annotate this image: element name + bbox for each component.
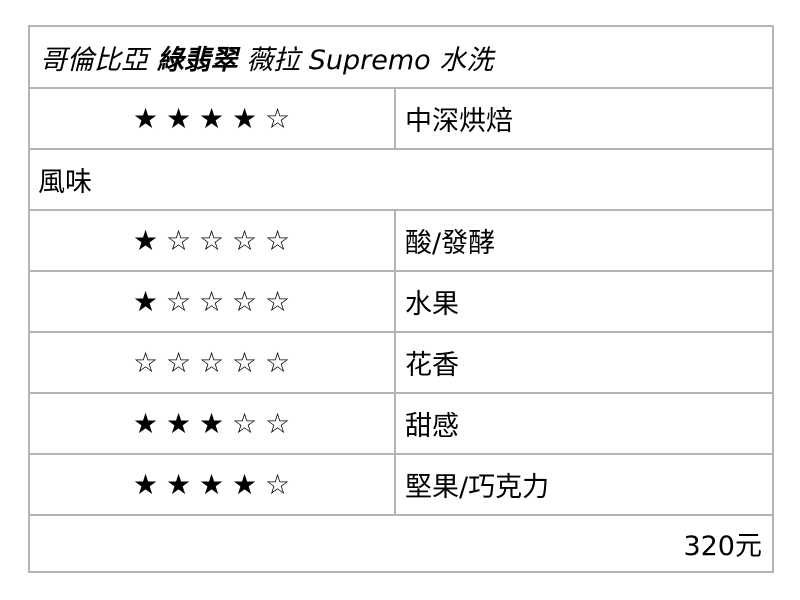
star-empty-icon: ☆ xyxy=(165,224,193,257)
star-filled-icon: ★ xyxy=(231,468,259,501)
title-row: 哥倫比亞 綠翡翠 薇拉 Supremo 水洗 xyxy=(30,27,772,89)
star-filled-icon: ★ xyxy=(132,407,160,440)
star-filled-icon: ★ xyxy=(231,102,259,135)
flavor-row: ☆ ☆ ☆ ☆ ☆ 花香 xyxy=(30,333,772,394)
coffee-card: 哥倫比亞 綠翡翠 薇拉 Supremo 水洗 ★ ★ ★ ★ ☆ 中深烘焙 風味 ★ ☆ ☆… xyxy=(28,25,774,573)
star-filled-icon: ★ xyxy=(132,102,160,135)
star-empty-icon: ☆ xyxy=(264,407,292,440)
star-filled-icon: ★ xyxy=(165,102,193,135)
name-text: 綠翡翠 xyxy=(156,44,238,76)
star-filled-icon: ★ xyxy=(165,407,193,440)
flavor-label: 花香 xyxy=(405,350,459,381)
roast-row: ★ ★ ★ ★ ☆ 中深烘焙 xyxy=(30,89,772,150)
flavor-row: ★ ★ ★ ☆ ☆ 甜感 xyxy=(30,394,772,455)
star-empty-icon: ☆ xyxy=(165,346,193,379)
coffee-title: 哥倫比亞 綠翡翠 薇拉 Supremo 水洗 xyxy=(40,38,493,77)
star-empty-icon: ☆ xyxy=(231,346,259,379)
star-empty-icon: ☆ xyxy=(231,407,259,440)
flavor-label: 水果 xyxy=(405,289,459,320)
flavor-label: 酸/發酵 xyxy=(405,228,496,259)
flavor-section-label: 風味 xyxy=(38,167,92,198)
star-empty-icon: ☆ xyxy=(198,224,226,257)
star-empty-icon: ☆ xyxy=(198,285,226,318)
star-empty-icon: ☆ xyxy=(264,102,292,135)
flavor-row: ★ ☆ ☆ ☆ ☆ 酸/發酵 xyxy=(30,211,772,272)
flavor-row: ★ ☆ ☆ ☆ ☆ 水果 xyxy=(30,272,772,333)
star-empty-icon: ☆ xyxy=(264,285,292,318)
variety-text: 薇拉 Supremo 水洗 xyxy=(246,44,494,76)
star-empty-icon: ☆ xyxy=(165,285,193,318)
flavor-section-row: 風味 xyxy=(30,150,772,211)
flavor-rating: ★ ☆ ☆ ☆ ☆ xyxy=(30,272,396,331)
flavor-row: ★ ★ ★ ★ ☆ 堅果/巧克力 xyxy=(30,455,772,516)
flavor-label: 甜感 xyxy=(405,411,459,442)
flavor-rating: ★ ★ ★ ★ ☆ xyxy=(30,455,396,514)
star-empty-icon: ☆ xyxy=(231,285,259,318)
roast-rating: ★ ★ ★ ★ ☆ xyxy=(30,89,396,148)
star-empty-icon: ☆ xyxy=(231,224,259,257)
flavor-rating: ☆ ☆ ☆ ☆ ☆ xyxy=(30,333,396,392)
price-row: 320元 xyxy=(30,516,772,571)
star-empty-icon: ☆ xyxy=(132,346,160,379)
star-filled-icon: ★ xyxy=(132,468,160,501)
origin-text: 哥倫比亞 xyxy=(40,44,148,76)
flavor-rating: ★ ☆ ☆ ☆ ☆ xyxy=(30,211,396,270)
price-text: 320元 xyxy=(683,531,762,562)
flavor-label: 堅果/巧克力 xyxy=(405,472,550,503)
star-empty-icon: ☆ xyxy=(264,346,292,379)
flavor-rating: ★ ★ ★ ☆ ☆ xyxy=(30,394,396,453)
star-filled-icon: ★ xyxy=(198,468,226,501)
star-filled-icon: ★ xyxy=(198,407,226,440)
star-filled-icon: ★ xyxy=(132,285,160,318)
star-filled-icon: ★ xyxy=(132,224,160,257)
star-filled-icon: ★ xyxy=(165,468,193,501)
star-empty-icon: ☆ xyxy=(264,224,292,257)
star-empty-icon: ☆ xyxy=(198,346,226,379)
roast-label: 中深烘焙 xyxy=(405,106,513,137)
star-empty-icon: ☆ xyxy=(264,468,292,501)
star-filled-icon: ★ xyxy=(198,102,226,135)
